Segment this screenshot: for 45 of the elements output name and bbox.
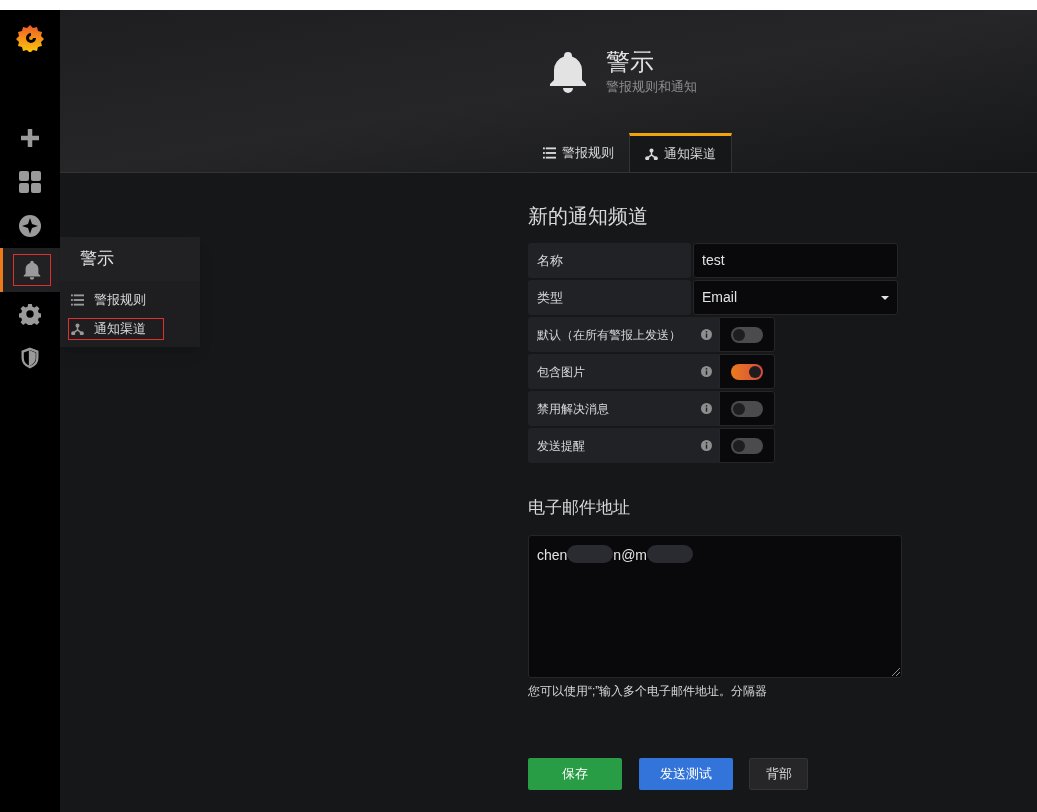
switch-label: 包含图片	[537, 363, 586, 381]
info-icon	[701, 403, 712, 414]
toggle-switch[interactable]	[731, 326, 763, 343]
tab[interactable]: 警报规则	[528, 133, 629, 172]
logo-icon[interactable]	[16, 24, 44, 52]
switch-label: 禁用解决消息	[537, 400, 610, 418]
settings-icon[interactable]	[19, 303, 41, 325]
flyout-item[interactable]: 警报规则	[68, 288, 149, 311]
list-icon	[543, 146, 556, 159]
flyout-item[interactable]: 通知渠道	[68, 317, 164, 340]
form-button[interactable]: 保存	[528, 757, 622, 790]
dashboards-icon[interactable]	[19, 171, 41, 193]
redaction-blur	[567, 544, 614, 563]
tab[interactable]: 通知渠道	[629, 133, 732, 172]
toggle-switch[interactable]	[731, 400, 763, 417]
field-label: 名称	[528, 243, 691, 278]
resize-handle-icon[interactable]	[892, 667, 900, 676]
section-heading: 电子邮件地址	[528, 497, 631, 519]
field-label: 类型	[528, 280, 691, 315]
network-icon	[71, 322, 84, 335]
flyout-title: 警示	[80, 248, 114, 271]
section-heading: 新的通知频道	[528, 204, 649, 229]
info-icon	[701, 440, 712, 451]
info-icon	[701, 329, 712, 340]
page-title: 警示	[606, 47, 655, 78]
shield-icon[interactable]	[19, 347, 41, 369]
toggle-switch[interactable]	[731, 363, 763, 380]
redaction-blur	[647, 544, 694, 563]
switch-label: 默认（在所有警报上发送）	[537, 326, 682, 344]
info-icon	[701, 366, 712, 377]
hint-text: 您可以使用“;”输入多个电子邮件地址。分隔器	[528, 682, 769, 700]
list-icon	[71, 293, 84, 306]
form-button[interactable]: 背部	[749, 757, 808, 790]
type-select[interactable]: Email	[693, 280, 898, 315]
form-button[interactable]: 发送测试	[639, 757, 733, 790]
compass-icon[interactable]	[19, 215, 41, 237]
name-field[interactable]: test	[693, 243, 898, 278]
toggle-switch[interactable]	[731, 437, 763, 454]
plus-icon[interactable]	[21, 129, 39, 147]
sidebar-item[interactable]	[0, 248, 60, 292]
network-icon	[645, 148, 658, 160]
email-textarea[interactable]: chen n@m	[528, 534, 902, 678]
caret-icon	[881, 295, 889, 300]
page-subtitle: 警报规则和通知	[606, 78, 697, 97]
switch-label: 发送提醒	[537, 437, 586, 455]
